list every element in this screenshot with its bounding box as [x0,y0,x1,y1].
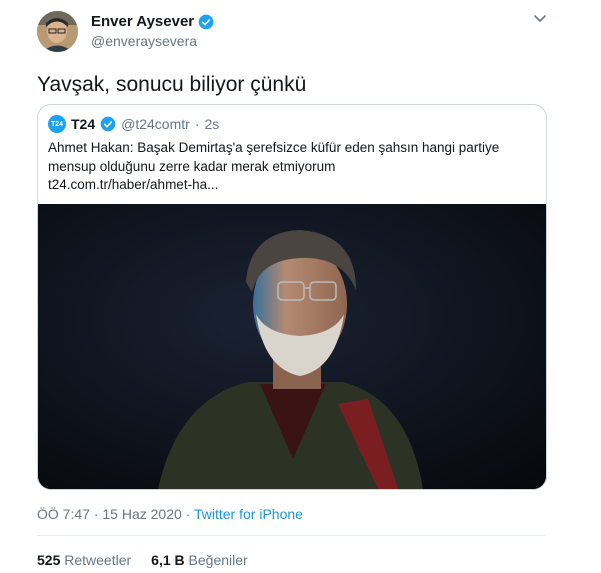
tweet-stats: 525 Retweetler 6,1 B Beğeniler [37,552,248,568]
likes-label: Beğeniler [188,552,248,568]
retweets-count: 525 [37,552,61,568]
separator-dot: · [185,506,191,522]
quoted-tweet-body: Ahmet Hakan: Başak Demirtaş'a şerefsizce… [48,139,540,195]
tweet-meta: ÖÖ 7:47 · 15 Haz 2020 · Twitter for iPho… [37,506,303,522]
quoted-author-handle[interactable]: @t24comtr [121,116,190,132]
verified-badge-icon [198,14,214,29]
quoted-tweet-header: T24 T24 @t24comtr · 2s [48,115,219,133]
separator-dot: · [93,506,99,522]
author-name-row[interactable]: Enver Aysever [91,13,214,30]
likes-count: 6,1 B [151,552,185,568]
tweet-source-link[interactable]: Twitter for iPhone [194,506,303,522]
separator-dot: · [194,116,200,132]
retweets-stat[interactable]: 525 Retweetler [37,552,131,568]
tweet-time[interactable]: ÖÖ 7:47 [37,506,90,522]
author-name[interactable]: Enver Aysever [91,13,194,30]
quoted-tweet-card[interactable]: T24 T24 @t24comtr · 2s Ahmet Hakan: Başa… [37,104,547,490]
t24-logo-icon[interactable]: T24 [48,115,66,133]
divider [37,535,545,536]
retweets-label: Retweetler [64,552,132,568]
quoted-author-name[interactable]: T24 [71,116,95,132]
quoted-tweet-photo[interactable] [38,204,546,489]
chevron-down-icon[interactable] [533,14,547,24]
tweet-text: Yavşak, sonucu biliyor çünkü [37,73,307,96]
author-handle[interactable]: @enveraysevera [91,33,197,49]
quoted-tweet-link[interactable]: t24.com.tr/haber/ahmet-ha... [48,176,540,195]
verified-badge-icon [100,116,116,132]
quoted-tweet-text: Ahmet Hakan: Başak Demirtaş'a şerefsizce… [48,140,500,174]
likes-stat[interactable]: 6,1 B Beğeniler [151,552,248,568]
quoted-tweet-time[interactable]: 2s [204,116,219,132]
tweet-date[interactable]: 15 Haz 2020 [102,506,181,522]
author-avatar[interactable] [37,11,78,52]
